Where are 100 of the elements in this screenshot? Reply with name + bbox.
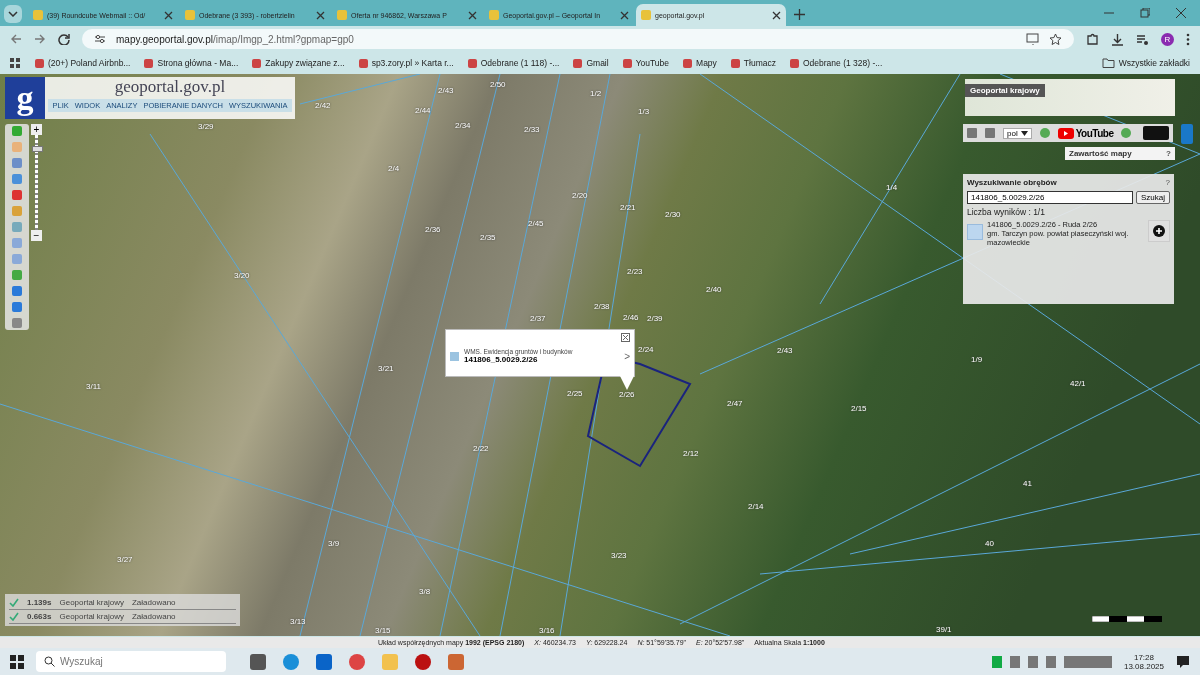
layer-source: Geoportal krajowy (59, 612, 124, 621)
favicon-icon (33, 10, 43, 20)
parcel-label: 1/2 (590, 89, 602, 98)
bookmark-link[interactable]: (20+) Poland Airbnb... (35, 58, 131, 68)
parcel-label: 2/47 (727, 399, 743, 408)
parcel-label: 2/25 (567, 389, 583, 398)
apps-grid-icon[interactable] (10, 57, 21, 69)
close-icon[interactable] (316, 10, 325, 20)
favicon-icon (337, 10, 347, 20)
load-time: 1.139s (27, 598, 52, 607)
close-icon[interactable] (621, 333, 630, 342)
parcel-label: 2/46 (623, 313, 639, 322)
close-icon[interactable] (772, 10, 781, 20)
help-link[interactable]: ? (1166, 149, 1171, 158)
overview-map[interactable]: Geoportal krajowy (965, 79, 1175, 116)
help-link[interactable]: ? (1165, 178, 1170, 187)
parcel-label: 2/12 (683, 449, 699, 458)
search-field[interactable]: Wyszukaj (36, 651, 226, 672)
add-button[interactable] (1148, 220, 1170, 242)
parcel-label: 3/15 (375, 626, 391, 635)
puzzle-icon[interactable] (1086, 32, 1099, 46)
all-bookmarks-link[interactable]: Wszystkie zakładki (1101, 58, 1190, 68)
parcel-label: 3/8 (419, 587, 431, 596)
bookmark-link[interactable]: Strona główna - Ma... (144, 58, 239, 68)
bookmark-link[interactable]: Odebrane (1 118) -... (467, 58, 560, 68)
download-icon[interactable] (1111, 32, 1124, 46)
site-settings-icon[interactable] (94, 33, 106, 45)
bookmark-link[interactable]: YouTube (622, 58, 670, 68)
parcel-label: 2/23 (627, 267, 643, 276)
reload-icon[interactable] (58, 33, 70, 45)
address-field[interactable]: mapy.geoportal.gov.pl/imap/Imgp_2.html?gpmap=gp0 (82, 29, 1074, 49)
panel-title: Wyszukiwanie obrębów (967, 178, 1057, 187)
result-count: Liczba wyników : 1/1 (967, 207, 1046, 217)
clock[interactable]: 17:28 13.08.2025 (1123, 652, 1164, 671)
profile-avatar[interactable]: R (1161, 32, 1174, 46)
parcel-label: 2/26 (619, 390, 635, 399)
bookmark-link[interactable]: Zakupy związane z... (252, 58, 345, 68)
parcel-label: 41 (1023, 479, 1032, 488)
parcel-label: 2/24 (638, 345, 654, 354)
parcel-label: 3/27 (117, 555, 133, 564)
parcel-label: 39/1 (936, 625, 952, 634)
parcel-label: 2/38 (594, 302, 610, 311)
zoom-slider-thumb[interactable] (32, 146, 43, 153)
close-icon[interactable] (164, 10, 173, 20)
next-button[interactable]: > (624, 350, 630, 362)
new-tab-icon[interactable] (794, 9, 805, 20)
notification-icon[interactable] (1176, 655, 1190, 668)
side-panel-toggle[interactable] (1181, 124, 1193, 144)
bookmark-link[interactable]: Gmail (573, 58, 609, 68)
tab-search-button[interactable] (4, 5, 22, 23)
menu-icon[interactable] (1186, 32, 1190, 46)
zoom-out-button[interactable]: − (31, 230, 42, 241)
parcel-label: 2/35 (480, 233, 496, 242)
chevron-down-icon (8, 11, 18, 17)
bookmark-link[interactable]: sp3.zory.pl » Karta r... (358, 58, 454, 68)
parcel-label: 2/50 (490, 80, 506, 89)
favicon-icon (641, 10, 651, 20)
close-icon[interactable] (620, 10, 629, 20)
media-icon[interactable] (1136, 32, 1149, 46)
parcel-label: 2/39 (647, 314, 663, 323)
scale-bar-drawing (1092, 616, 1162, 622)
parcel-label: 2/21 (620, 203, 636, 212)
restore-icon[interactable] (1140, 8, 1150, 18)
parcel-label: 42/1 (1070, 379, 1086, 388)
geoportal-logo: g (5, 77, 45, 119)
parcel-label: 2/36 (425, 225, 441, 234)
star-icon[interactable] (1049, 32, 1062, 46)
favicon-icon (185, 10, 195, 20)
parcel-label: 3/9 (328, 539, 340, 548)
parcel-label: 3/20 (234, 271, 250, 280)
load-status: Załadowano (131, 612, 176, 621)
parcel-label: 2/20 (572, 191, 588, 200)
language-select[interactable]: pol (1003, 127, 1032, 139)
parcel-label: 3/11 (86, 382, 101, 391)
close-icon[interactable] (468, 10, 477, 20)
parcel-label: 1/4 (886, 183, 898, 192)
caret-icon (1020, 130, 1028, 136)
parcel-label: 1/9 (971, 355, 983, 364)
bookmark-link[interactable]: Mapy (683, 58, 717, 68)
youtube-link[interactable]: YouTube (1057, 127, 1114, 139)
search-field[interactable]: 141806_5.0029.2/26 (967, 191, 1133, 204)
parcel-label: 2/14 (748, 502, 764, 511)
parcel-label: 40 (985, 539, 994, 548)
parcel-label: 2/15 (851, 404, 867, 413)
map-contents-panel[interactable]: Zawartość mapy ? (1065, 147, 1175, 160)
search-button[interactable]: Szukaj (1136, 191, 1170, 204)
plus-icon (1153, 225, 1165, 237)
load-time: 0.663s (27, 612, 52, 621)
install-app-icon[interactable] (1026, 33, 1039, 45)
zoom-in-button[interactable]: + (31, 124, 42, 135)
parcel-label: 2/40 (706, 285, 722, 294)
parcel-label: 2/34 (455, 121, 471, 130)
layer-source: Geoportal krajowy (59, 598, 124, 607)
close-icon[interactable] (1176, 8, 1186, 18)
bookmark-link[interactable]: Odebrane (1 328) -... (789, 58, 883, 68)
windows-start-icon[interactable] (10, 654, 24, 669)
bookmark-link[interactable]: Tłumacz (730, 58, 776, 68)
favicon-icon (489, 10, 499, 20)
parcel-label: 2/43 (777, 346, 793, 355)
parcel-label: 2/37 (530, 314, 546, 323)
